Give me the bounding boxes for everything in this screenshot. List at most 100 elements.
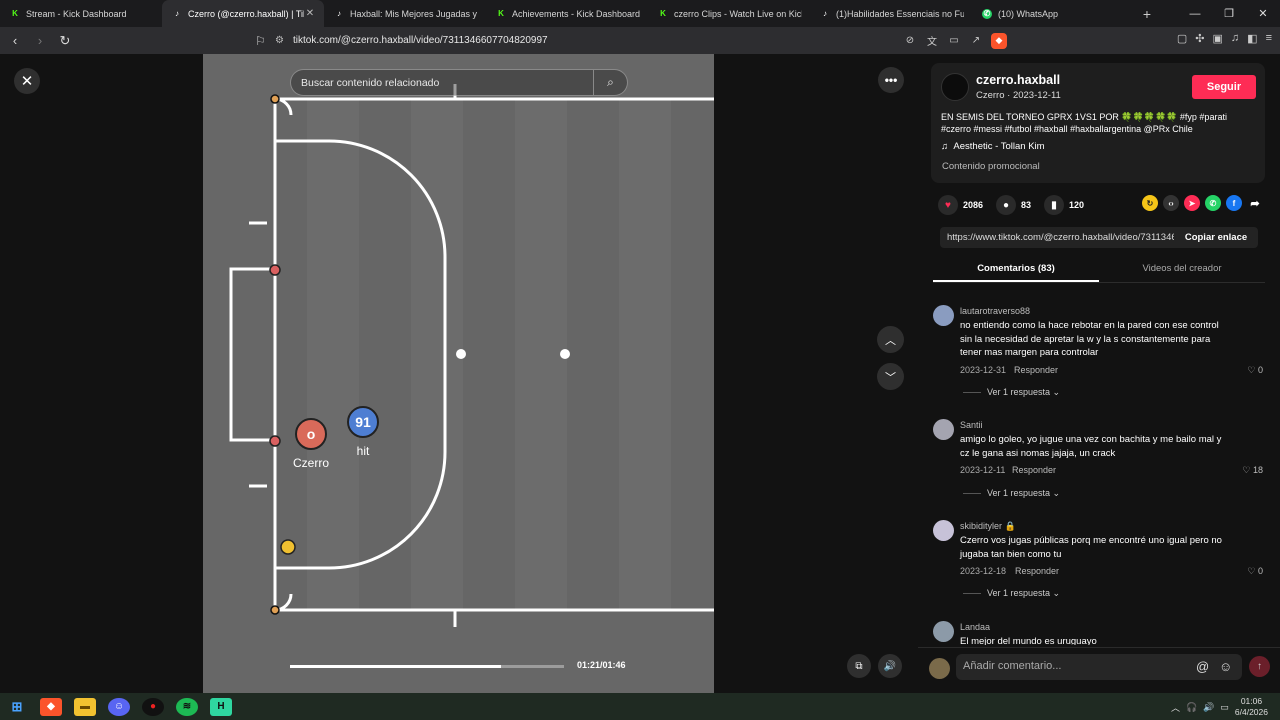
file-explorer-icon[interactable]: ▬ (74, 697, 96, 716)
tab-creator-videos[interactable]: Videos del creador (1099, 257, 1265, 282)
reply-button[interactable]: Responder (1012, 465, 1056, 475)
comment-like-count: 0 (1257, 365, 1263, 375)
tab-title: czerro Clips - Watch Live on Kick (674, 8, 802, 19)
avatar[interactable] (941, 73, 969, 101)
address-bar[interactable]: ⚐ ⚙ tiktok.com/@czerro.haxball/video/731… (255, 29, 1007, 52)
tab-tiktok-czerro[interactable]: ♪ Czerro (@czerro.haxball) | TikTok ✕ (162, 0, 324, 27)
battery-icon[interactable]: ▭ (1220, 702, 1229, 713)
menu-icon[interactable]: ≡ (1266, 32, 1272, 45)
tab-stream-kick[interactable]: K Stream - Kick Dashboard (0, 0, 162, 27)
video-progress-bar[interactable] (290, 665, 564, 668)
player-label: Czerro (293, 456, 329, 470)
related-search-input[interactable]: Buscar contenido relacionado ⌕ (290, 69, 628, 96)
reload-icon[interactable]: ↻ (55, 33, 75, 49)
facebook-icon[interactable]: f (1226, 195, 1242, 211)
spotify-icon[interactable]: ≋ (176, 697, 198, 716)
emoji-icon[interactable]: ☺ (1219, 659, 1232, 674)
obs-icon[interactable]: ● (142, 697, 164, 716)
mention-icon[interactable]: @ (1196, 659, 1209, 674)
ball (280, 539, 296, 555)
more-options-button[interactable]: ••• (878, 67, 904, 93)
bookmark-icon[interactable]: ▮ (1044, 195, 1065, 215)
player-number: o (307, 426, 316, 442)
no-tracking-icon[interactable]: ⊘ (899, 35, 921, 46)
windows-start-icon[interactable]: ⊞ (6, 698, 28, 716)
view-replies[interactable]: Ver 1 respuesta ⌄ (963, 588, 1060, 599)
follow-button[interactable]: Seguir (1192, 75, 1256, 99)
wallet-icon[interactable]: ▢ (1177, 32, 1187, 45)
reply-button[interactable]: Responder (1014, 365, 1058, 375)
comment-user[interactable]: lautarotraverso88 (960, 306, 1030, 316)
system-clock[interactable]: 01:06 6/4/2026 (1235, 696, 1268, 718)
send-comment-button[interactable]: ↑ (1249, 656, 1270, 677)
tab-habilidades-futsal[interactable]: ♪ (1)Habilidades Essenciais no Futsal p (810, 0, 972, 27)
pip-button[interactable]: ⧉ (847, 654, 871, 678)
reply-button[interactable]: Responder (1015, 566, 1059, 576)
site-info-icon[interactable]: ⚙ (275, 35, 293, 46)
back-icon[interactable]: ‹ (5, 33, 25, 48)
player-label: hit (357, 444, 370, 458)
avatar[interactable] (933, 621, 954, 642)
tiktok-icon: ♪ (337, 9, 341, 18)
view-replies[interactable]: Ver 1 respuesta ⌄ (963, 387, 1060, 398)
repost-icon[interactable]: ↻ (1142, 195, 1158, 211)
avatar[interactable] (933, 305, 954, 326)
avatar[interactable] (933, 419, 954, 440)
send-icon[interactable]: ➤ (1184, 195, 1200, 211)
copy-link-button[interactable]: Copiar enlace (1174, 232, 1258, 243)
share-link-box: https://www.tiktok.com/@czerro.haxball/v… (940, 227, 1258, 248)
url-text[interactable]: tiktok.com/@czerro.haxball/video/7311346… (293, 35, 899, 46)
next-video-button[interactable]: ﹀ (877, 363, 904, 390)
restore-icon[interactable]: ❐ (1212, 0, 1246, 27)
comment-user[interactable]: Landaa (960, 622, 990, 632)
app-icon[interactable]: H (210, 697, 232, 716)
brave-shields-icon[interactable]: ◆ (991, 32, 1007, 49)
view-replies[interactable]: Ver 1 respuesta ⌄ (963, 488, 1060, 499)
discord-icon[interactable]: ☺ (108, 697, 130, 716)
heart-icon[interactable]: ♥ (938, 195, 958, 215)
video-player[interactable]: o Czerro 91 hit Buscar contenido relacio… (203, 54, 714, 693)
tray-overflow-icon[interactable]: ︿ (1171, 701, 1180, 714)
volume-button[interactable]: 🔊 (878, 654, 902, 678)
share-page-icon[interactable]: ↗ (965, 35, 987, 46)
comment-user[interactable]: Santii (960, 420, 983, 430)
headset-icon[interactable]: 🎧 (1186, 702, 1197, 713)
previous-video-button[interactable]: ︿ (877, 326, 904, 353)
close-window-icon[interactable]: ✕ (1246, 0, 1280, 27)
cast-icon[interactable]: ▭ (943, 35, 965, 46)
tab-czerro-clips[interactable]: K czerro Clips - Watch Live on Kick (648, 0, 810, 27)
comment-like[interactable]: ♡ 0 (1247, 365, 1263, 376)
creator-username[interactable]: czerro.haxball (976, 73, 1060, 87)
close-tab-icon[interactable]: ✕ (304, 8, 316, 19)
share-url[interactable]: https://www.tiktok.com/@czerro.haxball/v… (940, 232, 1174, 243)
share-icon[interactable]: ➦ (1247, 195, 1263, 211)
new-tab-button[interactable]: + (1134, 0, 1160, 27)
tab-achievements-kick[interactable]: K Achievements - Kick Dashboard (486, 0, 648, 27)
tab-comments[interactable]: Comentarios (83) (933, 257, 1099, 282)
bookmark-icon[interactable]: ⚐ (255, 34, 275, 48)
forward-icon[interactable]: › (30, 33, 50, 48)
comment-icon[interactable]: ● (996, 195, 1017, 215)
tab-whatsapp[interactable]: ✆ (10) WhatsApp (972, 0, 1134, 27)
tab-title: Czerro (@czerro.haxball) | TikTok (188, 8, 304, 19)
music-link[interactable]: ♫ Aesthetic - Tollan Kim (941, 141, 1045, 152)
kick-icon: K (496, 8, 506, 19)
minimize-icon[interactable]: — (1178, 0, 1212, 27)
comment-user[interactable]: skibidityler 🔒 (960, 521, 1016, 532)
whatsapp-share-icon[interactable]: ✆ (1205, 195, 1221, 211)
speaker-icon[interactable]: 🔊 (1203, 702, 1214, 713)
brave-icon[interactable]: ◆ (40, 697, 62, 716)
goal-post (269, 435, 281, 447)
search-icon[interactable]: ⌕ (593, 70, 627, 95)
media-icon[interactable]: ♫ (1231, 32, 1239, 45)
tab-haxball-jugadas[interactable]: ♪ Haxball: Mis Mejores Jugadas y Mom (324, 0, 486, 27)
comment-like[interactable]: ♡ 0 (1247, 566, 1263, 577)
comment-like[interactable]: ♡ 18 (1242, 465, 1263, 476)
embed-icon[interactable]: ‹› (1163, 195, 1179, 211)
avatar[interactable] (933, 520, 954, 541)
close-video-button[interactable]: ✕ (14, 68, 40, 94)
sidebar-icon[interactable]: ◧ (1247, 32, 1257, 45)
extensions-icon[interactable]: ✣ (1195, 32, 1204, 45)
translate-icon[interactable]: 文 (921, 33, 943, 48)
screenshot-icon[interactable]: ▣ (1213, 32, 1223, 45)
